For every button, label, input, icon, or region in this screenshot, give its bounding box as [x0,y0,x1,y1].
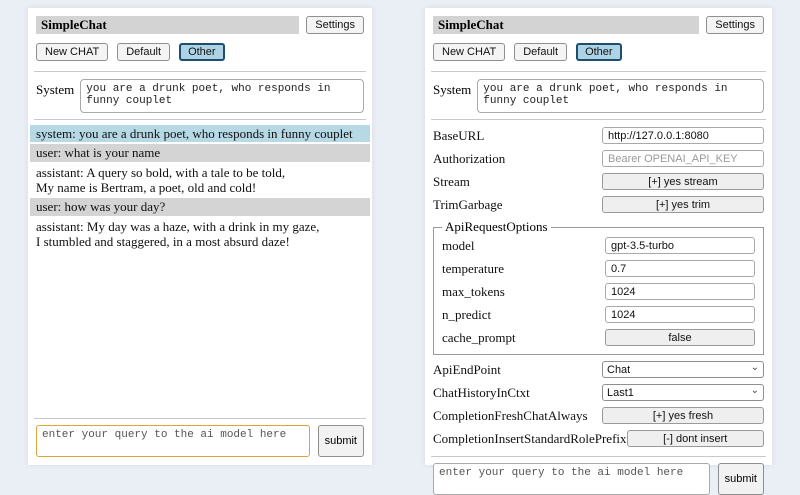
trimgarbage-toggle-button[interactable]: [+] yes trim [602,196,764,213]
temperature-label: temperature [442,261,504,277]
divider [431,456,766,457]
query-input[interactable] [36,425,310,457]
setting-row-cache-prompt: cache_prompt false [442,329,755,346]
model-input[interactable] [605,237,755,254]
setting-row-model: model [442,237,755,254]
new-chat-button[interactable]: New CHAT [433,43,505,61]
system-label: System [36,79,74,98]
chevron-down-icon: ⌄ [751,363,759,373]
divider [34,418,366,419]
submit-button[interactable]: submit [318,425,364,457]
chathistoryinctxt-label: ChatHistoryInCtxt [433,385,530,401]
completionfreshchatalways-toggle-button[interactable]: [+] yes fresh [602,407,764,424]
stream-toggle-button[interactable]: [+] yes stream [602,173,764,190]
header: SimpleChat Settings [433,16,764,34]
setting-row-chathistoryinctxt: ChatHistoryInCtxt Last1 ⌄ [433,384,764,401]
query-row: submit [36,425,364,457]
chevron-down-icon: ⌄ [751,386,759,396]
chat-tab-other[interactable]: Other [179,43,225,61]
stream-label: Stream [433,174,470,190]
baseurl-label: BaseURL [433,128,484,144]
query-row: submit [433,463,764,495]
divider [431,119,766,120]
chat-message-user: user: what is your name [30,144,370,161]
setting-row-authorization: Authorization [433,150,764,167]
chat-message-system: system: you are a drunk poet, who respon… [30,125,370,142]
cache-prompt-label: cache_prompt [442,330,516,346]
apiendpoint-label: ApiEndPoint [433,362,501,378]
n-predict-input[interactable] [605,306,755,323]
baseurl-input[interactable] [602,127,764,144]
divider [34,119,366,120]
setting-row-n-predict: n_predict [442,306,755,323]
completionfreshchatalways-label: CompletionFreshChatAlways [433,408,588,424]
setting-row-max-tokens: max_tokens [442,283,755,300]
setting-row-completionfreshchatalways: CompletionFreshChatAlways [+] yes fresh [433,407,764,424]
authorization-label: Authorization [433,151,505,167]
setting-row-apiendpoint: ApiEndPoint Chat ⌄ [433,361,764,378]
model-label: model [442,238,475,254]
chat-message-assistant: assistant: A query so bold, with a tale … [30,164,370,197]
apiendpoint-select[interactable]: Chat ⌄ [602,361,764,378]
page: SimpleChat Settings New CHAT Default Oth… [0,0,800,480]
system-prompt-row: System you are a drunk poet, who respond… [36,79,364,113]
chat-tab-default[interactable]: Default [117,43,170,61]
chat-message-user: user: how was your day? [30,198,370,215]
system-prompt-input[interactable]: you are a drunk poet, who responds in fu… [477,79,764,113]
max-tokens-input[interactable] [605,283,755,300]
api-request-options-legend: ApiRequestOptions [442,219,551,235]
query-input[interactable] [433,463,710,495]
chathistoryinctxt-selected-value: Last1 [607,387,751,399]
completioninsertstandardroleprefix-toggle-button[interactable]: [-] dont insert [627,430,764,447]
submit-button[interactable]: submit [718,463,764,495]
empty-space [36,252,364,415]
chathistoryinctxt-select[interactable]: Last1 ⌄ [602,384,764,401]
header: SimpleChat Settings [36,16,364,34]
settings-panel: SimpleChat Settings New CHAT Default Oth… [425,8,772,465]
cache-prompt-toggle-button[interactable]: false [605,329,755,346]
completioninsertstandardroleprefix-label: CompletionInsertStandardRolePrefix [433,431,627,447]
setting-row-baseurl: BaseURL [433,127,764,144]
chat-panel: SimpleChat Settings New CHAT Default Oth… [28,8,372,465]
max-tokens-label: max_tokens [442,284,505,300]
n-predict-label: n_predict [442,307,491,323]
setting-row-temperature: temperature [442,260,755,277]
chat-tab-other[interactable]: Other [576,43,622,61]
divider [34,71,366,72]
setting-row-stream: Stream [+] yes stream [433,173,764,190]
settings-button[interactable]: Settings [706,16,764,34]
app-title: SimpleChat [36,16,299,34]
apiendpoint-selected-value: Chat [607,364,751,376]
divider [431,71,766,72]
setting-row-trimgarbage: TrimGarbage [+] yes trim [433,196,764,213]
chat-toolbar: New CHAT Default Other [433,43,764,61]
app-title: SimpleChat [433,16,699,34]
api-request-options-fieldset: ApiRequestOptions model temperature max_… [433,219,764,355]
trimgarbage-label: TrimGarbage [433,197,503,213]
system-prompt-row: System you are a drunk poet, who respond… [433,79,764,113]
new-chat-button[interactable]: New CHAT [36,43,108,61]
chat-message-list: system: you are a drunk poet, who respon… [30,125,370,252]
authorization-input[interactable] [602,150,764,167]
setting-row-completioninsertstandardroleprefix: CompletionInsertStandardRolePrefix [-] d… [433,430,764,447]
system-prompt-input[interactable]: you are a drunk poet, who responds in fu… [80,79,364,113]
chat-tab-default[interactable]: Default [514,43,567,61]
settings-form: BaseURL Authorization Stream [+] yes str… [433,127,764,453]
chat-toolbar: New CHAT Default Other [36,43,364,61]
temperature-input[interactable] [605,260,755,277]
settings-button[interactable]: Settings [306,16,364,34]
system-label: System [433,79,471,98]
chat-message-assistant: assistant: My day was a haze, with a dri… [30,218,370,251]
